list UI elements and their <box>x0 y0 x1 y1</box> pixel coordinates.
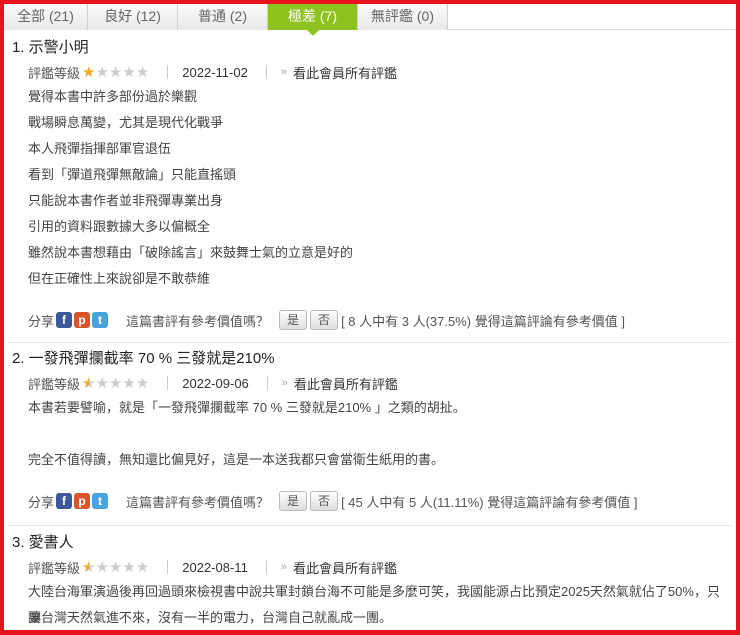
member-reviews-link[interactable]: 看此會員所有評鑑 <box>294 374 398 393</box>
review-title: 2. 一發飛彈攔截率 70 % 三發就是210% <box>12 350 275 367</box>
double-chevron-icon: » <box>280 66 287 78</box>
helpful-yes-button[interactable]: 是 <box>279 491 308 511</box>
star-icon: ★ <box>108 558 123 576</box>
review-text-line: 完全不值得讀，無知還比偏見好，這是一本送我都只會當衛生紙用的書。 <box>28 452 445 467</box>
review-date: 2022-09-06 <box>182 375 249 391</box>
review-title: 3. 愛書人 <box>12 534 74 551</box>
star-icon: ★ <box>95 63 109 81</box>
review-item: 2. 一發飛彈攔截率 70 % 三發就是210% 評鑑等級 ★★★★★ 2022… <box>12 347 728 512</box>
review-text-line: 本人飛彈指揮部軍官退伍 <box>28 141 172 156</box>
review-text-line: 戰場瞬息萬變，尤其是現代化戰爭 <box>28 115 224 130</box>
star-icon: ★ <box>135 558 150 576</box>
divider <box>167 65 169 79</box>
review-meta: 評鑑等級 ★★★★★ 2022-08-11 » 看此會員所有評鑑 <box>12 555 728 579</box>
rating-label: 評鑑等級 <box>28 376 81 392</box>
helpful-question: 這篇書評有參考價值嗎？ <box>126 313 270 329</box>
review-body: 大陸台海軍演過後再回過頭來檢視書中說共軍封鎖台海不可能是多麼可笑，我國能源占比預… <box>12 579 728 631</box>
star-icon: ★ <box>95 558 109 576</box>
double-chevron-icon: » <box>281 377 288 389</box>
rating-label: 評鑑等級 <box>28 65 81 81</box>
share-bar: 分享 f p t 這篇書評有參考價值嗎？ 是 否 [ 45 人中有 5 人(11… <box>12 490 728 512</box>
review-text-line <box>28 421 728 447</box>
divider <box>265 65 267 79</box>
facebook-icon[interactable]: f <box>56 312 73 328</box>
review-divider <box>8 342 732 343</box>
share-label: 分享 <box>28 494 55 510</box>
review-meta: 評鑑等級 ★★★★★ 2022-09-06 » 看此會員所有評鑑 <box>12 371 728 395</box>
review-text-line: 覺得本書中許多部份過於樂觀 <box>28 89 198 104</box>
review-title: 1. 示警小明 <box>12 39 89 56</box>
tab-good[interactable]: 良好 (12) <box>88 4 178 30</box>
star-icon: ★ <box>95 374 109 392</box>
tab-all[interactable]: 全部 (21) <box>4 4 88 30</box>
rating-label: 評鑑等級 <box>28 560 81 576</box>
star-icon: ★ <box>82 376 95 391</box>
helpful-question: 這篇書評有參考價值嗎？ <box>126 494 270 510</box>
star-icon: ★ <box>82 560 95 575</box>
tab-normal[interactable]: 普通 (2) <box>178 4 268 30</box>
helpful-stats: [ 45 人中有 5 人(11.11%) 覺得這篇評論有參考價值 ] <box>341 494 638 510</box>
star-icon: ★ <box>122 63 136 81</box>
review-text-line: 讓台灣天然氣進不來，沒有一半的電力，台灣自己就亂成一團。 <box>28 610 393 625</box>
review-divider <box>8 525 732 526</box>
review-item: 3. 愛書人 評鑑等級 ★★★★★ 2022-08-11 » 看此會員所有評鑑 … <box>12 531 728 631</box>
review-date: 2022-11-02 <box>182 64 248 80</box>
rating-stars: ★ ★ ★ ★ ★ <box>82 376 149 391</box>
twitter-icon[interactable]: t <box>92 312 109 328</box>
review-filter-tabs: 全部 (21) 良好 (12) 普通 (2) 極差 (7) 無評鑑 (0) <box>4 4 736 36</box>
helpful-yes-button[interactable]: 是 <box>279 310 308 330</box>
tab-unrated[interactable]: 無評鑑 (0) <box>358 4 448 30</box>
double-chevron-icon: » <box>280 561 287 573</box>
review-date: 2022-08-11 <box>182 559 248 575</box>
share-label: 分享 <box>28 313 55 329</box>
member-reviews-link[interactable]: 看此會員所有評鑑 <box>293 558 397 577</box>
review-text-line: 但在正確性上來說卻是不敢恭維 <box>28 271 211 286</box>
helpful-no-button[interactable]: 否 <box>310 310 339 330</box>
review-text-line: 大陸台海軍演過後再回過頭來檢視書中說共軍封鎖台海不可能是多麼可笑，我國能源占比預… <box>28 584 720 625</box>
divider <box>167 560 169 574</box>
review-text-line: 只能說本書作者並非飛彈專業出身 <box>28 193 224 208</box>
member-reviews-link[interactable]: 看此會員所有評鑑 <box>293 63 397 82</box>
plurk-icon[interactable]: p <box>74 312 91 328</box>
review-text-line: 本書若要譬喻，就是「一發飛彈攔截率 70 % 三發就是210% 」之類的胡扯。 <box>28 400 466 415</box>
rating-stars: ★ ★ ★ ★ ★ <box>82 65 149 80</box>
twitter-icon[interactable]: t <box>92 493 109 509</box>
review-text-line: 引用的資料跟數據大多以偏概全 <box>28 219 211 234</box>
divider <box>265 560 267 574</box>
divider <box>266 376 268 390</box>
star-icon: ★ <box>108 374 123 392</box>
review-meta: 評鑑等級 ★ ★ ★ ★ ★ 2022-11-02 » 看此會員所有評鑑 <box>12 60 728 84</box>
plurk-icon[interactable]: p <box>74 493 91 509</box>
star-icon: ★ <box>122 374 136 392</box>
review-item: 1. 示警小明 評鑑等級 ★ ★ ★ ★ ★ 2022-11-02 » 看此會員所有評鑑… <box>12 36 728 331</box>
tab-bad[interactable]: 極差 (7) <box>268 4 358 36</box>
star-icon: ★ <box>122 558 136 576</box>
review-text-line: 雖然說本書想藉由「破除謠言」來鼓舞士氣的立意是好的 <box>28 245 354 260</box>
star-icon: ★ <box>135 63 150 81</box>
divider <box>167 376 169 390</box>
star-icon: ★ <box>135 374 150 392</box>
review-body: 覺得本書中許多部份過於樂觀戰場瞬息萬變，尤其是現代化戰爭 本人飛彈指揮部軍官退伍看… <box>12 84 728 292</box>
helpful-stats: [ 8 人中有 3 人(37.5%) 覺得這篇評論有參考價值 ] <box>341 313 625 329</box>
helpful-no-button[interactable]: 否 <box>310 491 339 511</box>
star-icon: ★ <box>82 63 96 81</box>
share-bar: 分享 f p t 這篇書評有參考價值嗎？ 是 否 [ 8 人中有 3 人(37.… <box>12 309 728 331</box>
star-icon: ★ <box>108 63 123 81</box>
review-text-line: 看到「彈道飛彈無敵論」只能直搖頭 <box>28 167 237 182</box>
rating-stars: ★ ★ ★ ★ ★ <box>82 560 149 575</box>
review-body: 本書若要譬喻，就是「一發飛彈攔截率 70 % 三發就是210% 」之類的胡扯。完… <box>12 395 728 473</box>
facebook-icon[interactable]: f <box>56 493 73 509</box>
